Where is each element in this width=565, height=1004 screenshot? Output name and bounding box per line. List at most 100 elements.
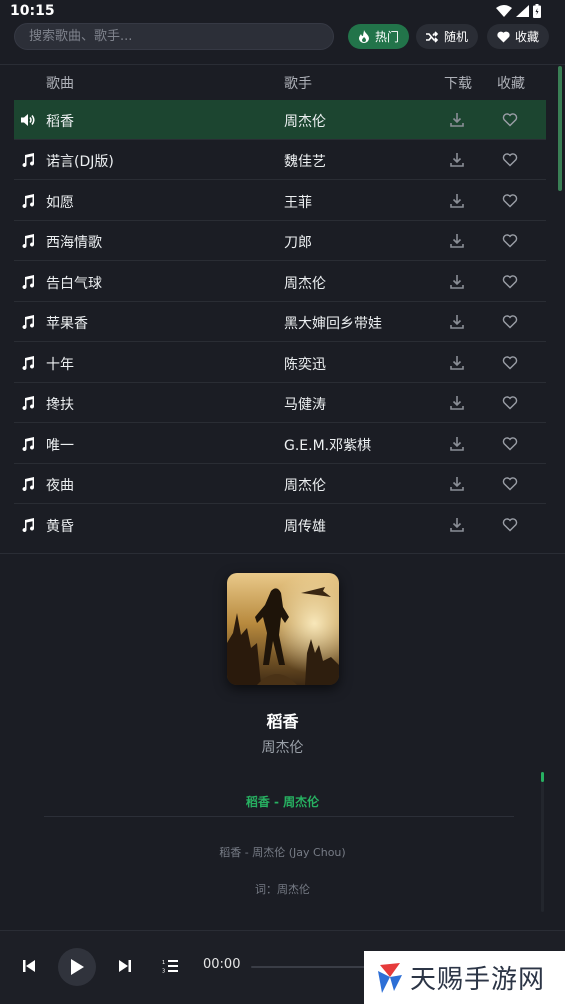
header-artist: 歌手 [284, 76, 312, 92]
music-note-icon [22, 275, 35, 290]
status-icons [496, 4, 541, 18]
top-bar: 热门 随机 收藏 [0, 22, 565, 64]
download-icon[interactable] [449, 355, 465, 371]
heart-icon[interactable] [502, 476, 518, 492]
song-row[interactable]: 告白气球 周杰伦 [14, 262, 546, 302]
search-box [14, 23, 334, 50]
now-playing-title: 稻香 [266, 712, 299, 731]
song-name: 诺言(DJ版) [46, 154, 114, 170]
lyric-line: 稻香 - 周杰伦 (Jay Chou) [219, 846, 346, 859]
heart-icon[interactable] [502, 355, 518, 371]
signal-icon [516, 5, 529, 17]
music-note-icon [22, 437, 35, 452]
status-bar: 10:15 [0, 0, 565, 22]
heart-icon[interactable] [502, 395, 518, 411]
next-icon [119, 960, 131, 972]
header-song: 歌曲 [46, 76, 74, 92]
song-artist: 王菲 [284, 195, 312, 211]
song-artist: 周杰伦 [284, 276, 326, 292]
now-playing-artist: 周杰伦 [261, 740, 304, 756]
song-name: 唯一 [46, 438, 74, 454]
lyric-current-line: 稻香 - 周杰伦 [245, 795, 320, 809]
download-icon[interactable] [449, 436, 465, 452]
music-note-icon [22, 153, 35, 168]
song-row[interactable]: 诺言(DJ版) 魏佳艺 [14, 140, 546, 180]
heart-icon [497, 31, 510, 42]
download-icon[interactable] [449, 233, 465, 249]
list-scrollbar[interactable] [558, 66, 562, 191]
music-note-icon [22, 396, 35, 411]
song-artist: G.E.M.邓紫棋 [284, 438, 372, 454]
random-filter-button[interactable]: 随机 [416, 24, 479, 49]
music-note-icon [22, 356, 35, 371]
download-icon[interactable] [449, 314, 465, 330]
song-name: 如愿 [46, 195, 74, 211]
song-row[interactable]: 搀扶 马健涛 [14, 383, 546, 423]
download-icon[interactable] [449, 193, 465, 209]
favorites-filter-button[interactable]: 收藏 [487, 24, 550, 49]
song-row[interactable]: 如愿 王菲 [14, 181, 546, 221]
song-row[interactable]: 黄昏 周传雄 [14, 505, 546, 545]
header-download: 下载 [444, 76, 472, 92]
download-icon[interactable] [449, 476, 465, 492]
song-name: 黄昏 [46, 519, 74, 535]
song-name: 告白气球 [46, 276, 102, 292]
heart-icon[interactable] [502, 274, 518, 290]
lyric-divider [44, 816, 514, 817]
svg-text:1: 1 [162, 960, 165, 966]
heart-icon[interactable] [502, 152, 518, 168]
favorites-filter-label: 收藏 [515, 30, 540, 44]
music-note-icon [22, 315, 35, 330]
song-artist: 黑大婶回乡带娃 [284, 316, 382, 332]
prev-button[interactable] [20, 957, 38, 975]
song-name: 稻香 [46, 114, 74, 130]
heart-icon[interactable] [502, 436, 518, 452]
next-button[interactable] [116, 957, 134, 975]
song-artist: 周传雄 [284, 519, 326, 535]
song-name: 西海情歌 [46, 235, 102, 251]
status-time: 10:15 [10, 3, 55, 19]
song-artist: 陈奕迅 [284, 357, 326, 373]
song-artist: 周杰伦 [284, 114, 326, 130]
lyric-scroll-thumb[interactable] [541, 772, 544, 782]
download-icon[interactable] [449, 112, 465, 128]
battery-icon [533, 4, 541, 18]
song-row[interactable]: 十年 陈奕迅 [14, 343, 546, 383]
music-note-icon [22, 518, 35, 533]
watermark-text: 天赐手游网 [410, 965, 546, 995]
search-input[interactable] [15, 24, 333, 49]
song-row[interactable]: 苹果香 黑大婶回乡带娃 [14, 302, 546, 342]
download-icon[interactable] [449, 274, 465, 290]
hot-filter-button[interactable]: 热门 [348, 24, 410, 49]
playlist-button[interactable]: 13 [161, 957, 179, 975]
watermark: 天赐手游网 [364, 951, 565, 1004]
download-icon[interactable] [449, 395, 465, 411]
song-row[interactable]: 稻香 周杰伦 [14, 100, 546, 140]
music-note-icon [22, 477, 35, 492]
playlist-icon: 13 [162, 960, 178, 973]
song-artist: 马健涛 [284, 397, 326, 413]
heart-icon[interactable] [502, 314, 518, 330]
song-name: 苹果香 [46, 316, 88, 332]
song-row[interactable]: 唯一 G.E.M.邓紫棋 [14, 424, 546, 464]
heart-icon[interactable] [502, 112, 518, 128]
song-row[interactable]: 西海情歌 刀郎 [14, 221, 546, 261]
lyric-line: 词：周杰伦 [255, 883, 310, 896]
music-note-icon [22, 234, 35, 249]
play-icon [71, 959, 84, 975]
download-icon[interactable] [449, 152, 465, 168]
heart-icon[interactable] [502, 193, 518, 209]
song-row[interactable]: 夜曲 周杰伦 [14, 464, 546, 504]
song-artist: 刀郎 [284, 235, 312, 251]
hot-filter-label: 热门 [375, 30, 400, 44]
lyric-scrollbar[interactable] [541, 772, 544, 912]
play-button[interactable] [58, 948, 96, 986]
download-icon[interactable] [449, 517, 465, 533]
shuffle-icon [426, 30, 439, 43]
random-filter-label: 随机 [444, 30, 469, 44]
heart-icon[interactable] [502, 517, 518, 533]
song-name: 搀扶 [46, 397, 74, 413]
current-time: 00:00 [203, 957, 241, 972]
heart-icon[interactable] [502, 233, 518, 249]
progress-bar[interactable] [251, 966, 381, 968]
